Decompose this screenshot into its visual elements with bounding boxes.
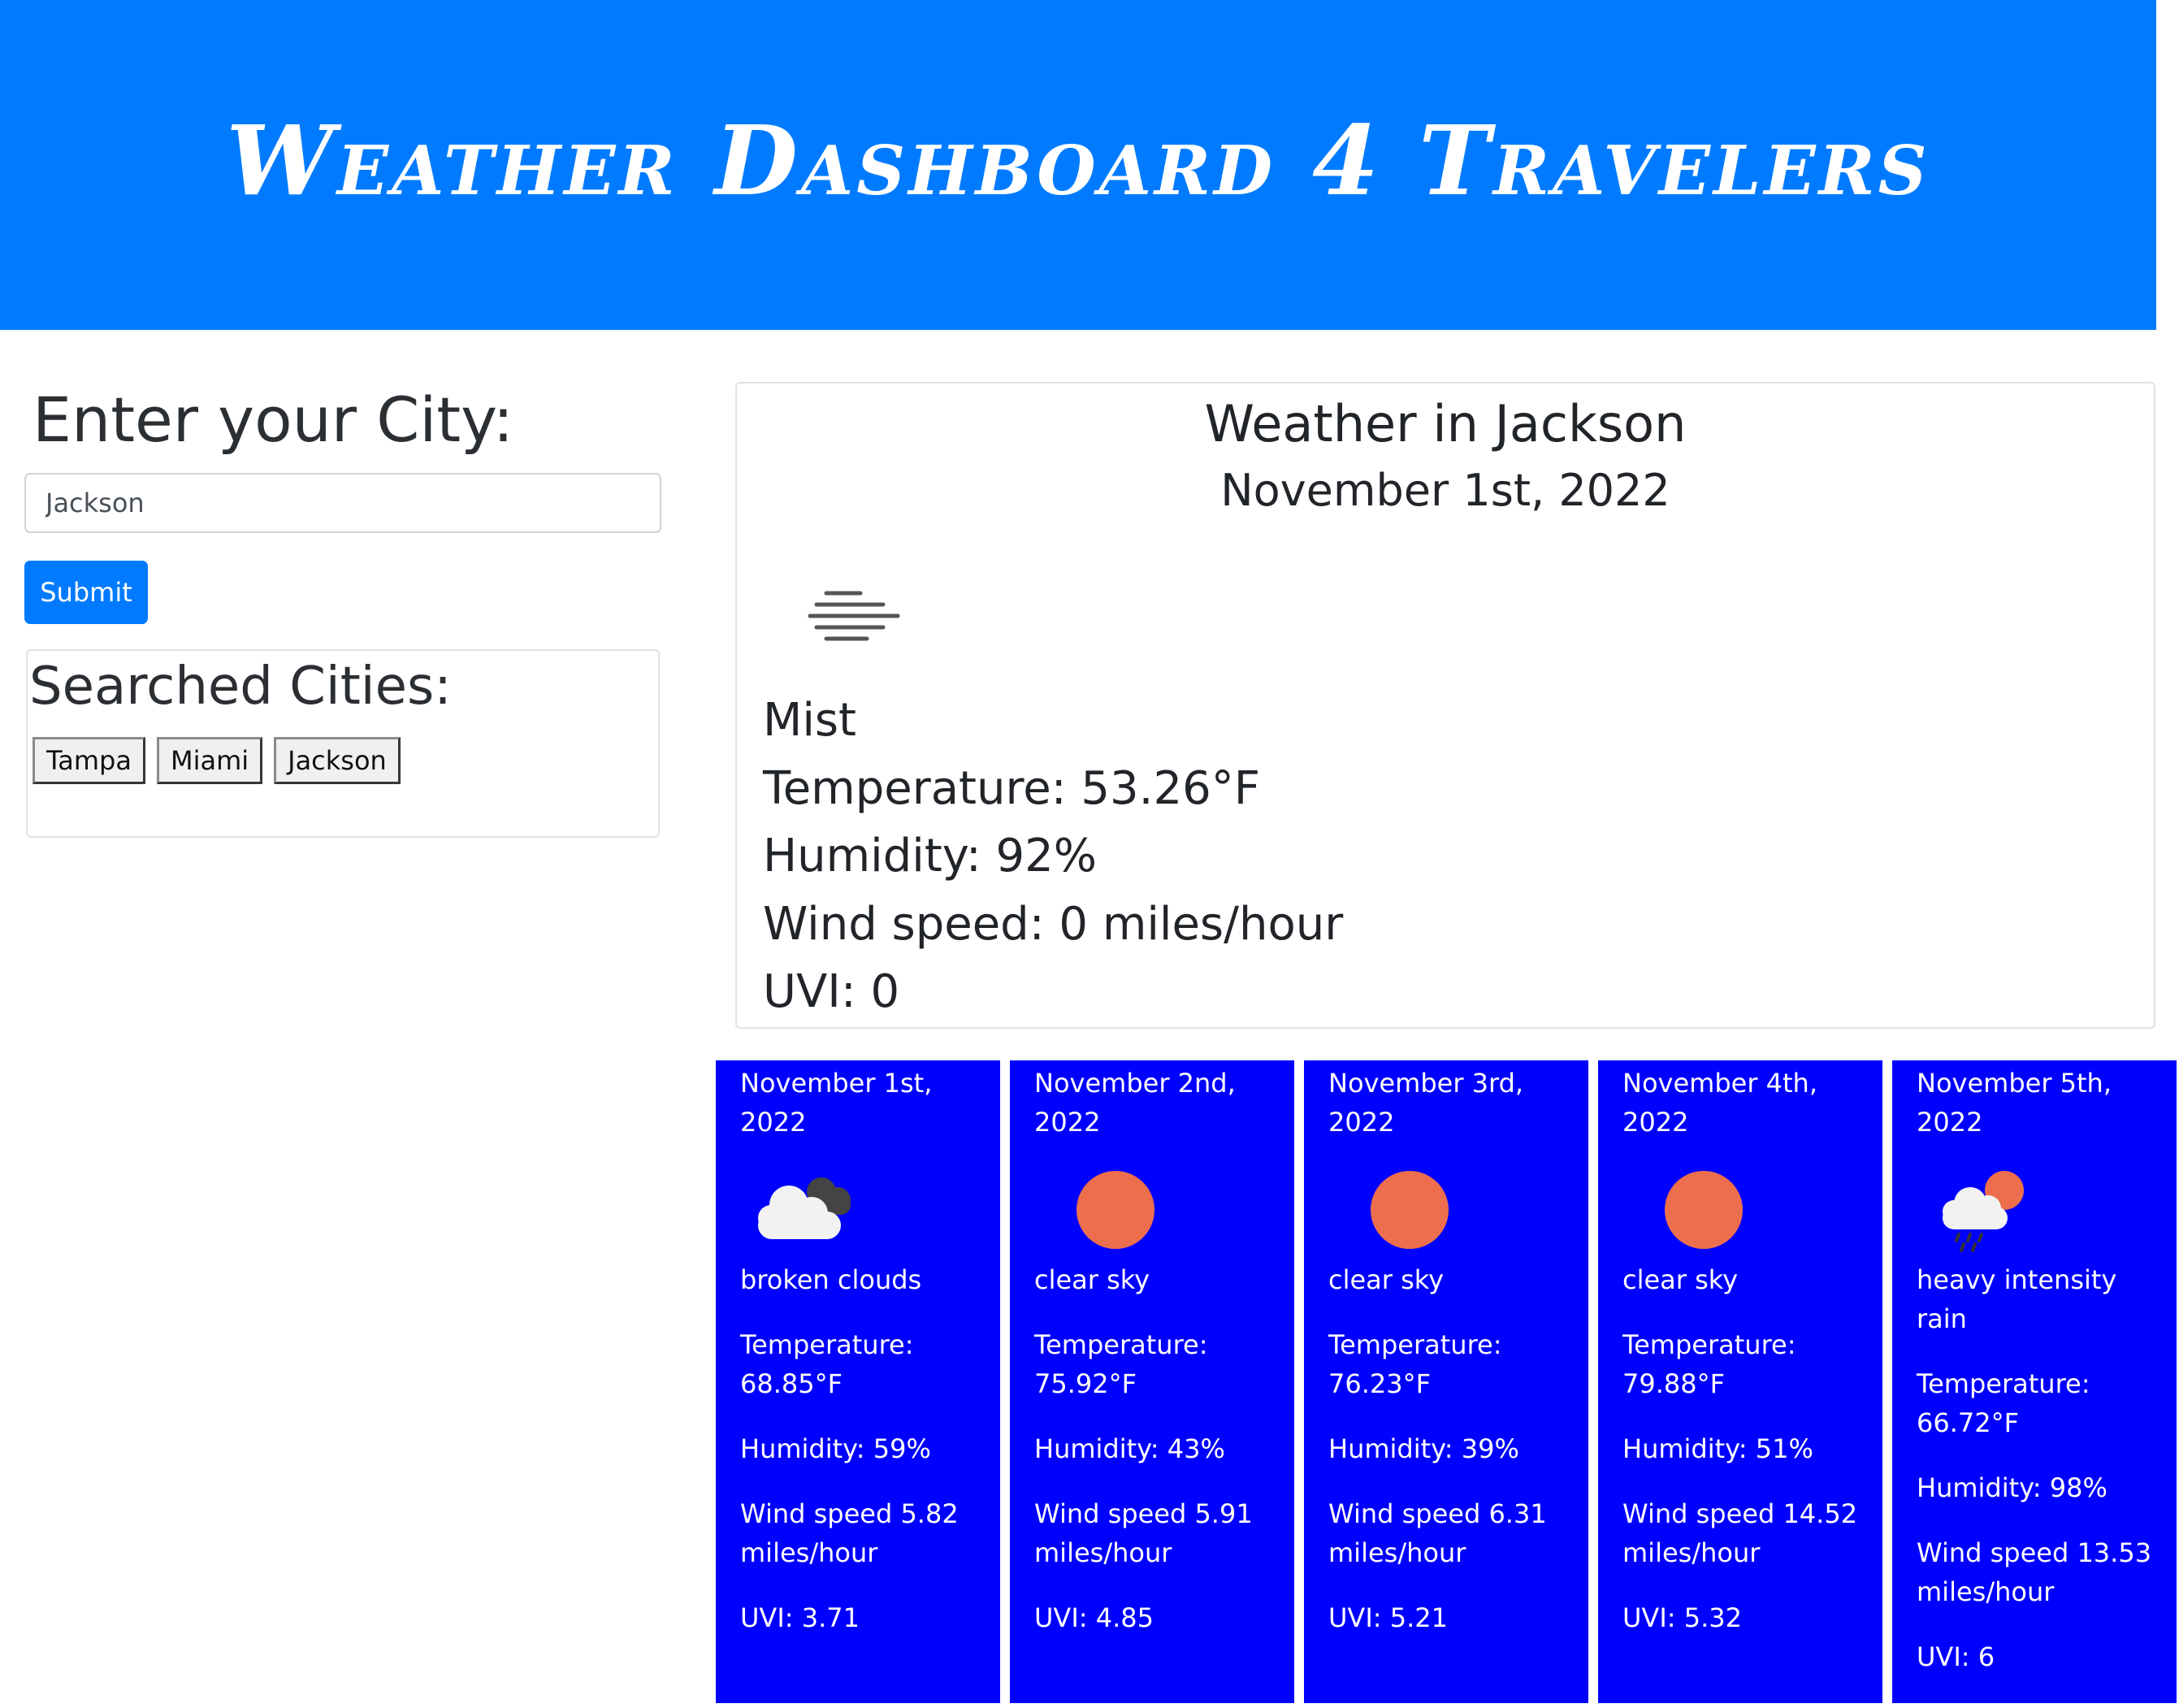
current-description: Mist — [763, 694, 857, 747]
searched-cities-heading: Searched Cities: — [29, 657, 452, 717]
forecast-date: November 2nd, 2022 — [1034, 1068, 1236, 1138]
forecast-wind-speed: Wind speed 14.52 miles/hour — [1622, 1498, 1858, 1568]
heavy-rain-icon — [1917, 1158, 2030, 1255]
clear-sky-icon — [1034, 1158, 1154, 1255]
current-weather-date: November 1st, 2022 — [1220, 465, 1670, 516]
app-header: Weather Dashboard 4 Travelers — [0, 0, 2156, 330]
forecast-date: November 4th, 2022 — [1622, 1068, 1817, 1138]
current-temperature: Temperature: 53.26°F — [763, 762, 1260, 815]
forecast-uvi: UVI: 3.71 — [740, 1602, 860, 1633]
submit-button[interactable]: Submit — [24, 561, 148, 624]
city-button-tampa[interactable]: Tampa — [32, 737, 145, 784]
city-button-jackson[interactable]: Jackson — [274, 737, 401, 784]
forecast-date: November 3rd, 2022 — [1328, 1068, 1524, 1138]
forecast-humidity: Humidity: 43% — [1034, 1433, 1225, 1464]
forecast-humidity: Humidity: 59% — [740, 1433, 931, 1464]
mist-icon — [794, 575, 908, 657]
forecast-date: November 5th, 2022 — [1917, 1068, 2112, 1138]
forecast-humidity: Humidity: 51% — [1622, 1433, 1813, 1464]
forecast-temperature: Temperature: 76.23°F — [1328, 1329, 1502, 1399]
searched-city-list: Tampa Miami Jackson — [32, 737, 401, 784]
forecast-wind-speed: Wind speed 6.31 miles/hour — [1328, 1498, 1547, 1568]
forecast-humidity: Humidity: 39% — [1328, 1433, 1519, 1464]
forecast-uvi: UVI: 6 — [1917, 1641, 1995, 1672]
current-weather-title: Weather in Jackson — [1204, 394, 1687, 453]
forecast-temperature: Temperature: 79.88°F — [1622, 1329, 1796, 1399]
city-button-miami[interactable]: Miami — [156, 737, 263, 784]
forecast-card: November 4th, 2022 clear sky Temperature… — [1598, 1060, 1882, 1703]
city-search-input[interactable] — [24, 473, 661, 533]
forecast-temperature: Temperature: 68.85°F — [740, 1329, 914, 1399]
forecast-description: clear sky — [1328, 1264, 1445, 1295]
forecast-description: clear sky — [1034, 1264, 1150, 1295]
forecast-humidity: Humidity: 98% — [1917, 1472, 2108, 1503]
current-uvi: UVI: 0 — [763, 965, 900, 1018]
forecast-uvi: UVI: 5.32 — [1622, 1602, 1742, 1633]
forecast-card: November 1st, 2022 broken clouds Tempera… — [716, 1060, 1000, 1703]
broken-clouds-icon — [740, 1158, 854, 1255]
forecast-temperature: Temperature: 66.72°F — [1917, 1368, 2090, 1438]
forecast-description: clear sky — [1622, 1264, 1739, 1295]
forecast-wind-speed: Wind speed 5.82 miles/hour — [740, 1498, 959, 1568]
app-title: Weather Dashboard 4 Travelers — [226, 103, 1930, 217]
searched-cities-panel: Searched Cities: Tampa Miami Jackson — [26, 649, 660, 838]
forecast-wind-speed: Wind speed 5.91 miles/hour — [1034, 1498, 1253, 1568]
current-weather-card: Weather in Jackson November 1st, 2022 Mi… — [735, 382, 2155, 1029]
forecast-card: November 2nd, 2022 clear sky Temperature… — [1010, 1060, 1294, 1703]
current-humidity: Humidity: 92% — [763, 830, 1097, 882]
search-heading: Enter your City: — [32, 384, 514, 456]
forecast-description: heavy intensity rain — [1917, 1264, 2117, 1334]
current-wind-speed: Wind speed: 0 miles/hour — [763, 898, 1344, 951]
clear-sky-icon — [1328, 1158, 1449, 1255]
forecast-date: November 1st, 2022 — [740, 1068, 933, 1138]
forecast-uvi: UVI: 5.21 — [1328, 1602, 1448, 1633]
forecast-uvi: UVI: 4.85 — [1034, 1602, 1154, 1633]
forecast-card: November 5th, 2022 heavy intensity rain … — [1892, 1060, 2177, 1703]
forecast-wind-speed: Wind speed 13.53 miles/hour — [1917, 1537, 2152, 1607]
forecast-temperature: Temperature: 75.92°F — [1034, 1329, 1208, 1399]
clear-sky-icon — [1622, 1158, 1743, 1255]
forecast-card: November 3rd, 2022 clear sky Temperature… — [1304, 1060, 1588, 1703]
forecast-description: broken clouds — [740, 1264, 922, 1295]
